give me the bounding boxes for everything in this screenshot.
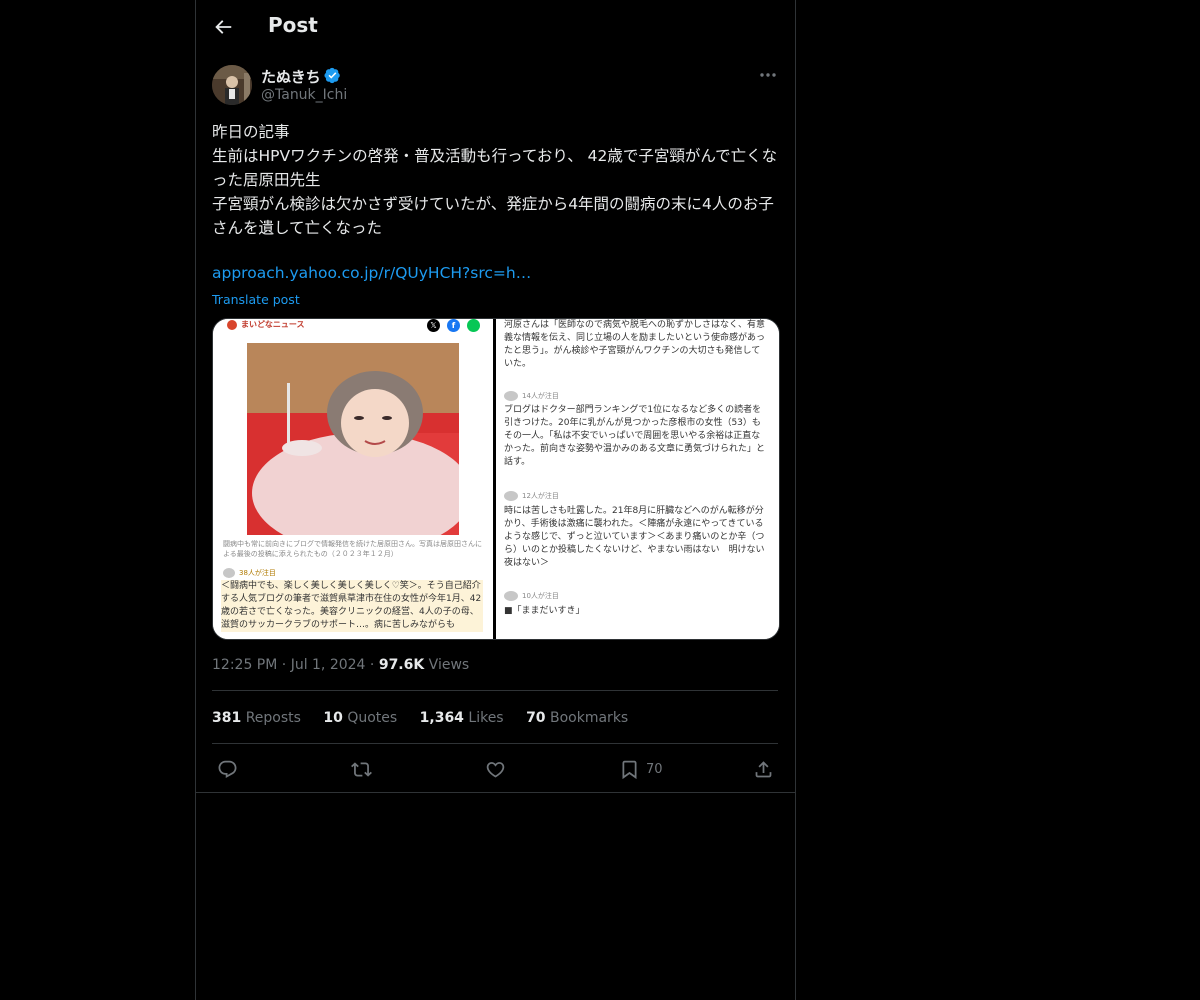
post-stats: 381 Reposts 10 Quotes 1,364 Likes 70 Boo… — [212, 710, 646, 726]
repost-button[interactable] — [351, 756, 372, 782]
meta-separator: · — [369, 657, 379, 673]
bookmark-button[interactable]: 70 — [619, 756, 663, 782]
author-name[interactable]: たぬきち — [261, 66, 321, 87]
post-time[interactable]: 12:25 PM — [212, 657, 277, 673]
x-share-icon: 𝕏 — [427, 319, 440, 332]
likes-stat[interactable]: 1,364 Likes — [420, 710, 504, 726]
tweet-link[interactable]: approach.yahoo.co.jp/r/QUyHCH?src=h… — [212, 264, 531, 282]
bookmark-count: 70 — [646, 761, 663, 777]
share-icon — [755, 760, 772, 777]
bookmarks-count: 70 — [526, 710, 546, 726]
post-date[interactable]: Jul 1, 2024 — [291, 657, 366, 673]
reactions-count: 38人が注目 — [239, 569, 276, 577]
likes-count: 1,364 — [419, 710, 464, 726]
divider — [212, 743, 778, 744]
reposts-count: 381 — [212, 710, 242, 726]
quotes-stat[interactable]: 10 Quotes — [323, 710, 397, 726]
more-icon[interactable] — [758, 68, 778, 82]
meta-separator: · — [281, 657, 291, 673]
author-handle[interactable]: @Tanuk_Ichi — [261, 87, 347, 103]
views-label: Views — [428, 657, 470, 673]
tweet-media[interactable]: まいどなニュース 𝕏 f 闘病中も常に前向きにブログで情報発信を続けた居原田さん… — [212, 318, 780, 640]
attention-icon — [504, 591, 518, 601]
facebook-icon: f — [447, 319, 460, 332]
media-image-left[interactable]: まいどなニュース 𝕏 f 闘病中も常に前向きにブログで情報発信を続けた居原田さん… — [213, 319, 493, 639]
article-photo — [247, 343, 459, 535]
repost-icon — [351, 761, 372, 777]
divider — [212, 690, 778, 691]
photo-caption: 闘病中も常に前向きにブログで情報発信を続けた居原田さん。写真は居原田さんによる最… — [223, 540, 482, 558]
line-icon — [467, 319, 480, 332]
post-header: Post — [196, 0, 795, 53]
bookmarks-label: Bookmarks — [550, 710, 629, 726]
brand-logo-icon — [227, 320, 237, 330]
divider — [196, 792, 795, 793]
attention-icon — [504, 491, 518, 501]
post-column: Post たぬきち @Tanuk_Ichi 昨日の記事 生前はHPVワクチンの啓… — [195, 0, 796, 1000]
share-button[interactable] — [753, 756, 774, 782]
views-count: 97.6K — [378, 657, 425, 673]
quotes-count: 10 — [323, 710, 343, 726]
bookmark-icon — [622, 760, 637, 779]
like-icon — [486, 761, 505, 778]
attention-icon — [223, 568, 235, 578]
article-paragraph-2: ブログはドクター部門ランキングで1位になるなど多くの読者を引きつけた。20年に乳… — [504, 405, 766, 467]
translate-post-link[interactable]: Translate post — [212, 292, 300, 307]
article-paragraph-4: ■「ままだいすき」 — [504, 606, 585, 616]
quotes-label: Quotes — [347, 710, 398, 726]
reactions-count: 10人が注目 — [522, 592, 559, 600]
verified-badge-icon — [324, 67, 340, 84]
avatar[interactable] — [212, 65, 252, 105]
like-button[interactable] — [485, 756, 506, 782]
tweet-text: 昨日の記事 生前はHPVワクチンの啓発・普及活動も行っており、 42歳で子宮頸が… — [212, 123, 778, 237]
post-meta: 12:25 PM · Jul 1, 2024 · 97.6K Views — [212, 657, 469, 673]
page-title: Post — [268, 13, 318, 37]
reply-icon — [218, 760, 237, 778]
reposts-stat[interactable]: 381 Reposts — [212, 710, 301, 726]
reactions-count: 12人が注目 — [522, 492, 559, 500]
reposts-label: Reposts — [245, 710, 301, 726]
bookmarks-stat[interactable]: 70 Bookmarks — [526, 710, 628, 726]
media-brand: まいどなニュース — [241, 320, 305, 329]
reply-button[interactable] — [217, 756, 238, 782]
article-lead: ＜闘病中でも、楽しく美しく美しく美しく♡笑＞。そう自己紹介する人気ブログの筆者で… — [221, 580, 483, 632]
action-bar: 70 — [196, 756, 795, 784]
reactions-count: 14人が注目 — [522, 392, 559, 400]
back-arrow-icon[interactable] — [212, 16, 234, 38]
article-paragraph-3: 時には苦しさも吐露した。21年8月に肝臓などへのがん転移が分かり、手術後は激痛に… — [504, 506, 765, 568]
likes-label: Likes — [468, 710, 504, 726]
media-image-right[interactable]: 河原さんは「医師なので病気や脱毛への恥ずかしさはなく、有意義な情報を伝え、同じ立… — [496, 319, 779, 639]
article-paragraph-1: 河原さんは「医師なので病気や脱毛への恥ずかしさはなく、有意義な情報を伝え、同じ立… — [504, 320, 766, 369]
attention-icon — [504, 391, 518, 401]
